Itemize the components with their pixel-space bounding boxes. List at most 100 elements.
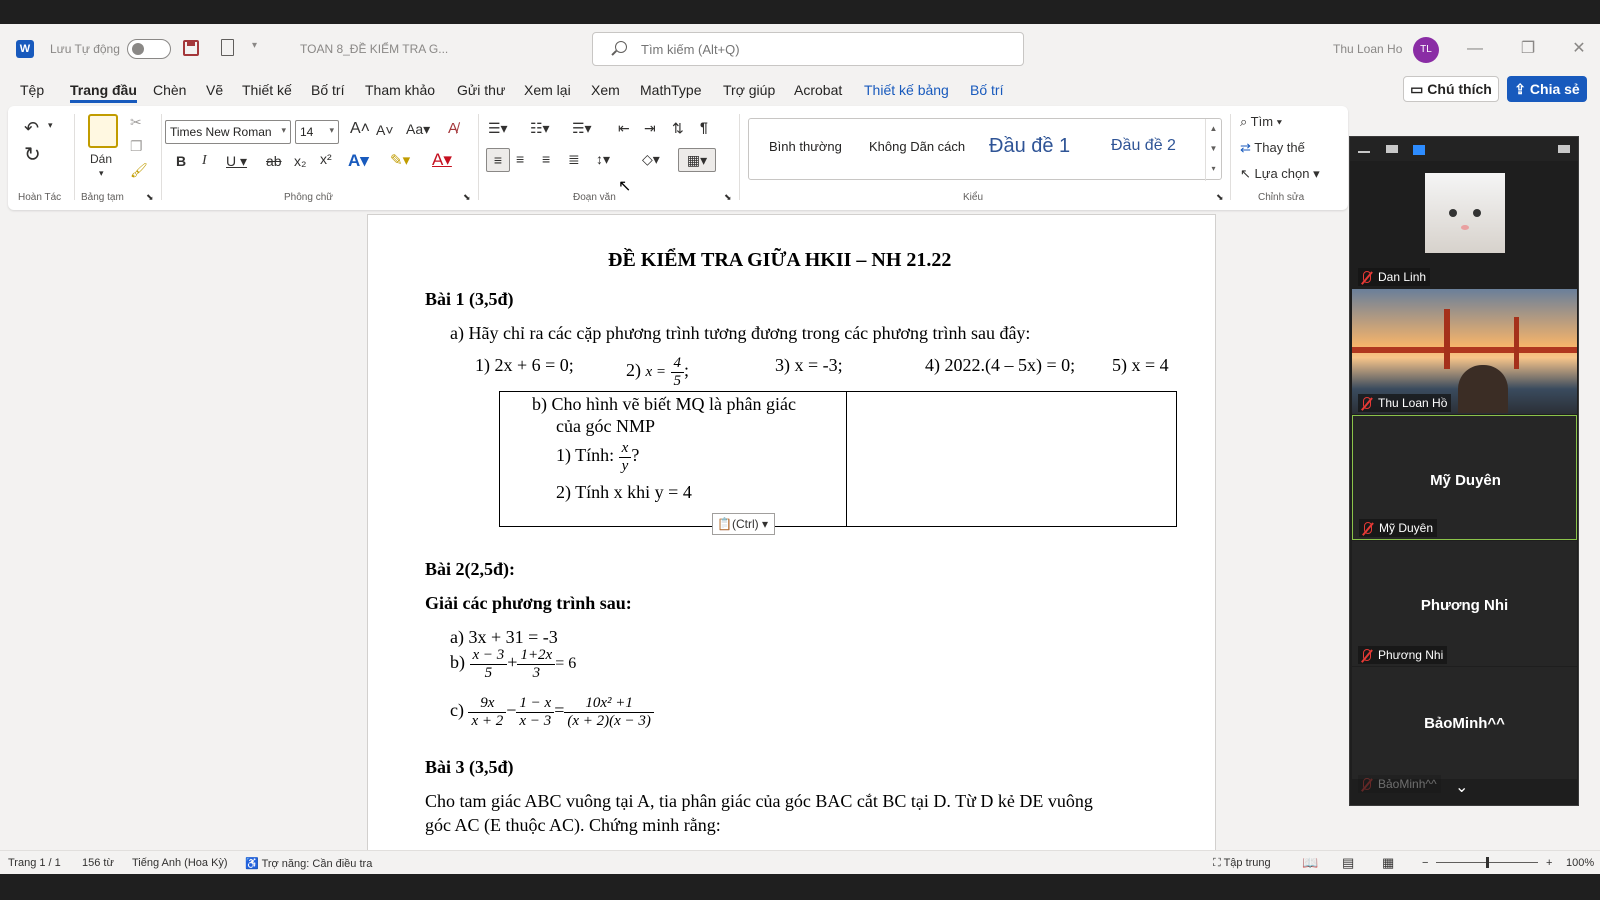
single-view-icon[interactable] — [1386, 145, 1398, 153]
tab-home[interactable]: Trang đầu — [70, 82, 137, 103]
scroll-up-icon[interactable]: ▲ — [1206, 119, 1221, 139]
select-button[interactable]: ↖ Lựa chọn ▾ — [1240, 166, 1320, 182]
cut-icon[interactable]: ✂ — [130, 114, 142, 131]
justify-icon[interactable]: ≣ — [568, 151, 580, 168]
participant-tile[interactable]: Phương Nhi Phương Nhi — [1352, 541, 1577, 666]
show-formatting-icon[interactable]: ¶ — [700, 119, 708, 135]
numbering-icon[interactable]: ☷▾ — [530, 120, 550, 137]
save-icon[interactable] — [183, 40, 199, 56]
minimize-panel-icon[interactable] — [1358, 151, 1370, 153]
style-heading-1[interactable]: Đầu đề 1 — [989, 135, 1070, 158]
increase-indent-icon[interactable]: ⇥ — [644, 120, 656, 137]
zoom-out-icon[interactable]: − — [1422, 857, 1428, 869]
font-launcher-icon[interactable]: ⬊ — [463, 192, 471, 203]
borders-icon[interactable]: ▦▾ — [678, 148, 716, 172]
tab-review[interactable]: Xem lại — [524, 82, 571, 98]
print-layout-icon[interactable]: ▤ — [1342, 855, 1354, 871]
undo-icon[interactable]: ↶ — [24, 118, 39, 139]
styles-launcher-icon[interactable]: ⬊ — [1216, 192, 1224, 203]
redo-icon[interactable]: ↻ — [24, 142, 41, 167]
tab-mailings[interactable]: Gửi thư — [457, 82, 505, 98]
clear-formatting-icon[interactable]: A̸ — [448, 120, 458, 137]
restore-icon[interactable]: ❐ — [1513, 34, 1543, 64]
format-painter-icon[interactable]: 🖌 — [130, 162, 148, 179]
zoom-level[interactable]: 100% — [1566, 857, 1594, 869]
focus-button[interactable]: ⛶ Tập trung — [1213, 857, 1271, 870]
zoom-slider[interactable] — [1436, 857, 1538, 868]
replace-button[interactable]: ⇄ Thay thế — [1240, 140, 1305, 156]
participant-tile[interactable]: Mỹ Duyên Mỹ Duyên — [1352, 415, 1577, 540]
search-box[interactable] — [592, 32, 1024, 66]
align-center-icon[interactable]: ≡ — [516, 151, 524, 167]
document-page[interactable]: ĐỀ KIỂM TRA GIỮA HKII – NH 21.22 Bài 1 (… — [367, 214, 1216, 874]
bullets-icon[interactable]: ☰▾ — [488, 120, 508, 137]
figure-table[interactable]: b) Cho hình vẽ biết MQ là phân giác của … — [499, 391, 1177, 527]
comments-button[interactable]: ▭ Chú thích — [1403, 76, 1499, 102]
font-color-icon[interactable]: A▾ — [432, 150, 452, 170]
bold-icon[interactable]: B — [176, 153, 186, 169]
paste-options-button[interactable]: 📋(Ctrl) ▾ — [712, 513, 775, 535]
tab-insert[interactable]: Chèn — [153, 82, 186, 98]
copy-icon[interactable]: ❐ — [130, 138, 143, 155]
align-right-icon[interactable]: ≡ — [542, 151, 550, 167]
participant-tile[interactable]: Dan Linh — [1352, 163, 1577, 288]
read-mode-icon[interactable]: 📖 — [1302, 855, 1318, 871]
tab-acrobat[interactable]: Acrobat — [794, 82, 842, 98]
participant-tile[interactable]: Thu Loan Hồ — [1352, 289, 1577, 414]
scroll-down-chevron-icon[interactable]: ⌄ — [1455, 777, 1468, 797]
tab-help[interactable]: Trợ giúp — [723, 82, 775, 98]
tab-file[interactable]: Tệp — [20, 82, 44, 98]
word-count[interactable]: 156 từ — [82, 857, 114, 869]
tab-view[interactable]: Xem — [591, 82, 620, 98]
font-name-select[interactable]: Times New Roman ▾ — [165, 120, 291, 144]
autosave-toggle[interactable] — [127, 39, 171, 59]
paste-chevron-icon[interactable]: ▾ — [99, 168, 104, 179]
scroll-down-icon[interactable]: ▼ — [1206, 139, 1221, 159]
underline-icon[interactable]: U ▾ — [226, 153, 247, 170]
styles-scroll[interactable]: ▲ ▼ ▾ — [1205, 119, 1221, 181]
style-heading-2[interactable]: Đầu đề 2 — [1111, 137, 1176, 155]
tab-design[interactable]: Thiết kế — [242, 82, 292, 98]
grow-font-icon[interactable]: A˄ — [350, 120, 370, 138]
subscript-icon[interactable]: x₂ — [294, 153, 306, 169]
shading-icon[interactable]: ◇▾ — [642, 151, 660, 168]
paste-label[interactable]: Dán — [90, 152, 112, 166]
line-spacing-icon[interactable]: ↕▾ — [596, 151, 610, 168]
clipboard-launcher-icon[interactable]: ⬊ — [146, 192, 154, 203]
change-case-icon[interactable]: Aa▾ — [406, 121, 430, 138]
undo-chevron-icon[interactable]: ▾ — [48, 120, 53, 131]
participant-tile[interactable]: BảoMinh^^ BảoMinh^^ — [1352, 667, 1577, 793]
align-left-icon[interactable]: ≡ — [486, 148, 510, 172]
exit-panel-icon[interactable] — [1558, 145, 1570, 153]
gallery-view-icon[interactable] — [1413, 145, 1425, 155]
tab-draw[interactable]: Vẽ — [206, 82, 223, 98]
multilevel-list-icon[interactable]: ☴▾ — [572, 120, 592, 137]
tab-table-layout[interactable]: Bố trí — [970, 82, 1003, 98]
search-input[interactable] — [641, 39, 1001, 59]
find-button[interactable]: ⌕ Tìm ▾ — [1240, 114, 1282, 130]
web-layout-icon[interactable]: ▦ — [1382, 855, 1394, 871]
italic-icon[interactable]: I — [202, 153, 207, 169]
style-normal[interactable]: Bình thường — [769, 139, 842, 154]
zoom-in-icon[interactable]: + — [1546, 857, 1552, 869]
quick-access-chevron-icon[interactable]: ▾ — [252, 40, 257, 51]
zoom-slider-thumb[interactable] — [1486, 857, 1489, 868]
minimize-icon[interactable]: — — [1460, 34, 1490, 64]
tab-table-design[interactable]: Thiết kế bảng — [864, 82, 949, 98]
text-effects-icon[interactable]: A▾ — [348, 151, 369, 171]
avatar[interactable]: TL — [1413, 37, 1439, 63]
shrink-font-icon[interactable]: A˅ — [376, 122, 394, 138]
font-size-select[interactable]: 14 ▾ — [295, 120, 339, 144]
strikethrough-icon[interactable]: ab — [266, 153, 282, 169]
share-button[interactable]: ⇪ Chia sẻ — [1507, 76, 1587, 102]
decrease-indent-icon[interactable]: ⇤ — [618, 120, 630, 137]
highlight-icon[interactable]: ✎▾ — [390, 151, 410, 169]
style-no-spacing[interactable]: Không Dãn cách — [869, 139, 965, 154]
document-title[interactable]: TOAN 8_ĐỀ KIỂM TRA G... — [300, 42, 448, 56]
superscript-icon[interactable]: x² — [320, 151, 332, 167]
tab-references[interactable]: Tham khảo — [365, 82, 435, 98]
paragraph-launcher-icon[interactable]: ⬊ — [724, 192, 732, 203]
sort-icon[interactable]: ⇅ — [672, 120, 684, 137]
page-count[interactable]: Trang 1 / 1 — [8, 857, 61, 869]
accessibility-status[interactable]: ♿ Trợ năng: Cần điều tra — [245, 857, 372, 870]
